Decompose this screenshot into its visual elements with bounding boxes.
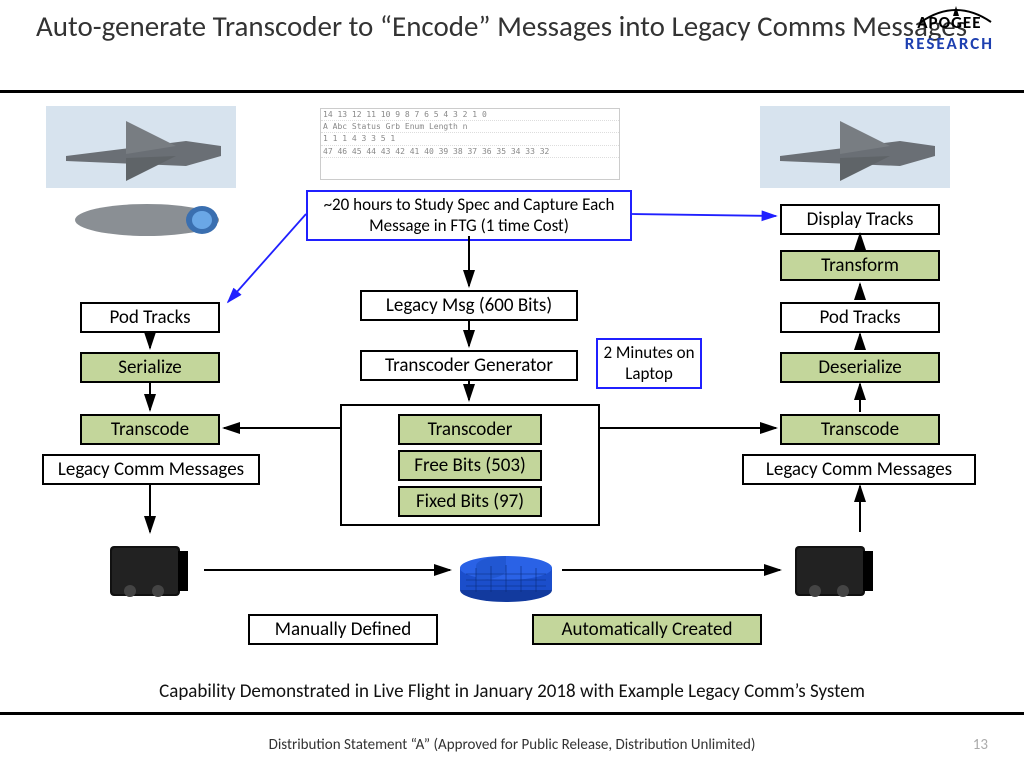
- footer-rule: [0, 712, 1024, 715]
- caption: Capability Demonstrated in Live Flight i…: [0, 680, 1024, 703]
- arrow-layer: [0, 0, 1024, 768]
- footer: Distribution Statement “A” (Approved for…: [0, 736, 1024, 754]
- page-number: 13: [973, 736, 988, 754]
